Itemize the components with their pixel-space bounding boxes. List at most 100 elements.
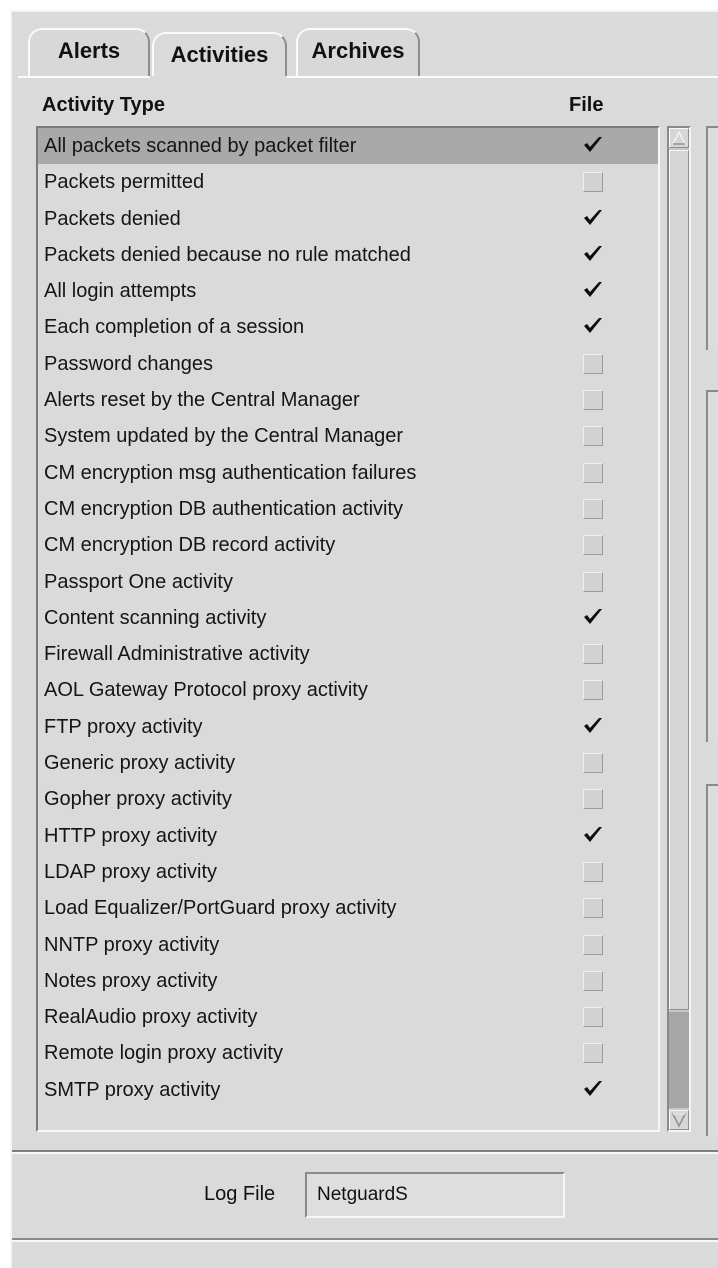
file-checkbox[interactable] <box>583 717 603 737</box>
activity-row[interactable]: Notes proxy activity <box>38 963 658 999</box>
activity-row[interactable]: CM encryption msg authentication failure… <box>38 455 658 491</box>
activity-row[interactable]: Content scanning activity <box>38 600 658 636</box>
activity-row[interactable]: Remote login proxy activity <box>38 1035 658 1071</box>
file-checkbox[interactable] <box>583 970 603 991</box>
activity-row[interactable]: HTTP proxy activity <box>38 818 658 854</box>
file-checkbox[interactable] <box>583 644 603 665</box>
file-checkbox[interactable] <box>583 1080 603 1100</box>
file-checkbox[interactable] <box>583 535 603 556</box>
check-mark-icon <box>584 1080 602 1096</box>
file-checkbox[interactable] <box>583 680 603 701</box>
activity-label: All packets scanned by packet filter <box>44 135 357 157</box>
scroll-thumb[interactable] <box>669 150 689 1010</box>
tab-activities[interactable]: Activities <box>152 32 287 78</box>
activity-row[interactable]: Generic proxy activity <box>38 745 658 781</box>
file-checkbox[interactable] <box>583 861 603 882</box>
activity-row[interactable]: CM encryption DB authentication activity <box>38 491 658 527</box>
activity-label: RealAudio proxy activity <box>44 1006 258 1029</box>
tab-divider <box>18 76 718 78</box>
file-checkbox[interactable] <box>583 172 603 193</box>
file-checkbox[interactable] <box>583 281 603 301</box>
file-checkbox[interactable] <box>583 898 603 919</box>
activity-label: CM encryption DB authentication activity <box>44 497 404 520</box>
file-checkbox[interactable] <box>583 136 603 156</box>
column-header-activity-type: Activity Type <box>42 94 165 116</box>
activity-label: Packets denied because no rule matched <box>44 243 411 266</box>
activity-label: Load Equalizer/PortGuard proxy activity <box>44 897 397 920</box>
right-panel-top <box>706 126 718 350</box>
activity-row[interactable]: Password changes <box>38 346 658 382</box>
separator-bottom-highlight <box>12 1240 718 1242</box>
file-checkbox[interactable] <box>583 826 603 846</box>
file-checkbox[interactable] <box>583 317 603 337</box>
activity-label: SMTP proxy activity <box>44 1078 221 1101</box>
scroll-track[interactable] <box>669 1012 689 1108</box>
activity-label: Generic proxy activity <box>44 752 236 775</box>
file-checkbox[interactable] <box>583 426 603 447</box>
activity-row[interactable]: Each completion of a session <box>38 309 658 345</box>
activity-label: CM encryption msg authentication failure… <box>44 461 417 484</box>
file-checkbox[interactable] <box>583 789 603 810</box>
file-checkbox[interactable] <box>583 390 603 411</box>
file-checkbox[interactable] <box>583 462 603 483</box>
activity-label: AOL Gateway Protocol proxy activity <box>44 679 368 702</box>
activity-row[interactable]: LDAP proxy activity <box>38 854 658 890</box>
check-mark-icon <box>584 137 602 152</box>
file-checkbox[interactable] <box>583 571 603 592</box>
activity-label: Packets permitted <box>44 171 205 194</box>
activity-label: Content scanning activity <box>44 606 267 629</box>
activity-label: Remote login proxy activity <box>44 1042 283 1065</box>
activity-row[interactable]: All login attempts <box>38 273 658 309</box>
activity-row[interactable]: RealAudio proxy activity <box>38 999 658 1035</box>
file-checkbox[interactable] <box>583 1043 603 1064</box>
activity-row[interactable]: Packets denied <box>38 201 658 237</box>
check-mark-icon <box>584 717 602 733</box>
activity-list[interactable]: All packets scanned by packet filter Pack… <box>36 126 660 1132</box>
activity-row[interactable]: All packets scanned by packet filter <box>38 128 658 165</box>
activity-label: FTP proxy activity <box>44 715 203 738</box>
tab-alerts[interactable]: Alerts <box>28 28 150 78</box>
activity-label: Each completion of a session <box>44 316 305 339</box>
file-checkbox[interactable] <box>583 608 603 628</box>
list-scrollbar[interactable] <box>667 126 691 1132</box>
activity-label: Passport One activity <box>44 570 233 593</box>
activity-row[interactable]: Gopher proxy activity <box>38 781 658 817</box>
activity-label: System updated by the Central Manager <box>44 425 404 448</box>
activity-row[interactable]: NNTP proxy activity <box>38 927 658 963</box>
activity-label: CM encryption DB record activity <box>44 534 336 557</box>
check-mark-icon <box>584 209 602 225</box>
activity-label: All login attempts <box>44 280 197 303</box>
activity-row[interactable]: Packets permitted <box>38 164 658 200</box>
scroll-down-button[interactable] <box>669 1110 689 1130</box>
activity-label: Notes proxy activity <box>44 969 218 992</box>
column-header-file: File <box>569 94 604 116</box>
activity-row[interactable]: CM encryption DB record activity <box>38 527 658 563</box>
activity-row[interactable]: Alerts reset by the Central Manager <box>38 382 658 418</box>
arrow-down-icon <box>671 1113 687 1128</box>
activity-row[interactable]: Load Equalizer/PortGuard proxy activity <box>38 890 658 926</box>
check-mark-icon <box>584 608 602 624</box>
check-mark-icon <box>584 318 602 334</box>
activity-label: Alerts reset by the Central Manager <box>44 389 360 412</box>
activity-row[interactable]: Packets denied because no rule matched <box>38 237 658 273</box>
scroll-up-button[interactable] <box>669 128 689 148</box>
log-file-input[interactable] <box>305 1172 565 1218</box>
file-checkbox[interactable] <box>583 753 603 774</box>
file-checkbox[interactable] <box>583 353 603 374</box>
tab-archives[interactable]: Archives <box>296 28 420 78</box>
file-checkbox[interactable] <box>583 934 603 955</box>
activity-row[interactable]: Passport One activity <box>38 564 658 600</box>
activity-row[interactable]: FTP proxy activity <box>38 709 658 745</box>
activity-row[interactable]: Firewall Administrative activity <box>38 636 658 672</box>
activity-label: NNTP proxy activity <box>44 933 220 956</box>
activity-label: Password changes <box>44 352 213 375</box>
file-checkbox[interactable] <box>583 1007 603 1028</box>
activity-label: Firewall Administrative activity <box>44 643 310 666</box>
activity-row[interactable]: AOL Gateway Protocol proxy activity <box>38 672 658 708</box>
activity-row[interactable]: System updated by the Central Manager <box>38 418 658 454</box>
file-checkbox[interactable] <box>583 209 603 229</box>
activity-row[interactable]: SMTP proxy activity <box>38 1072 658 1108</box>
file-checkbox[interactable] <box>583 498 603 519</box>
check-mark-icon <box>584 826 602 842</box>
file-checkbox[interactable] <box>583 245 603 265</box>
